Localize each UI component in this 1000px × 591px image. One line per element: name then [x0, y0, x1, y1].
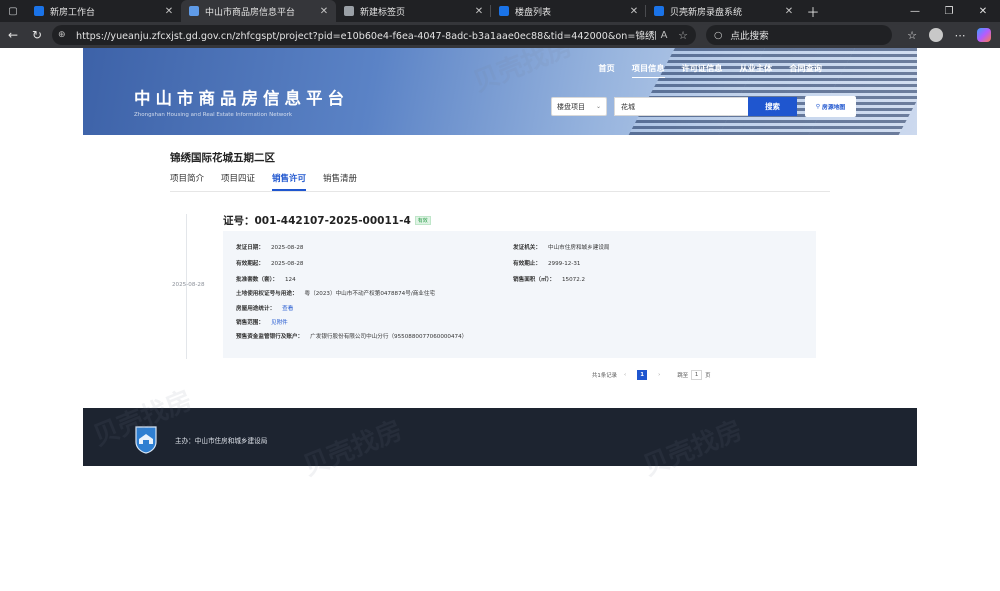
field-issue-date: 发证日期： 2025-08-28: [236, 245, 304, 251]
tab-favicon-icon: [34, 6, 44, 16]
search-input[interactable]: 花城: [614, 97, 748, 116]
back-icon[interactable]: ←: [2, 24, 24, 46]
nav-project-info[interactable]: 项目信息: [631, 62, 665, 78]
tab-favicon-icon: [189, 6, 199, 16]
minimize-icon[interactable]: —: [898, 0, 932, 22]
timeline-date: 2025-08-28: [172, 282, 205, 288]
view-usage-link[interactable]: 查看: [282, 306, 293, 312]
browser-tab-1[interactable]: 中山市商品房信息平台 ✕: [181, 0, 336, 22]
top-navigation: 首页 项目信息 许可证信息 从业主体 合同查询: [581, 62, 822, 78]
nav-home[interactable]: 首页: [598, 62, 614, 78]
field-valid-to: 有效期止： 2999-12-31: [513, 261, 581, 267]
map-pin-icon: ⚲: [815, 103, 821, 110]
read-aloud-icon[interactable]: A: [656, 30, 672, 41]
site-title: 中山市商品房信息平台: [134, 89, 349, 108]
project-title: 锦绣国际花城五期二区: [170, 152, 275, 164]
tab-actions-icon[interactable]: ▢: [0, 0, 26, 22]
pagination: 共1条记录 ‹ 1 › 跳至 1 页: [592, 370, 711, 380]
next-page-icon[interactable]: ›: [658, 372, 660, 378]
toolbar-right: ☆ ⋯: [900, 28, 996, 42]
page-viewport: 中山市商品房信息平台 Zhongshan Housing and Real Es…: [0, 48, 1000, 591]
field-authority: 发证机关： 中山市住房和城乡建设局: [513, 245, 610, 251]
site-subtitle: Zhongshan Housing and Real Estate Inform…: [134, 112, 293, 118]
page-number-current[interactable]: 1: [637, 370, 648, 380]
tab-label: 新房工作台: [50, 7, 96, 18]
prev-page-icon[interactable]: ‹: [624, 372, 626, 378]
more-menu-icon[interactable]: ⋯: [948, 29, 972, 42]
copilot-icon[interactable]: [977, 28, 991, 42]
house-map-label: 房源地图: [822, 105, 846, 111]
tab-label: 新建标签页: [360, 7, 406, 18]
url-text: https://yueanju.zfcxjst.gd.gov.cn/zhfcgs…: [76, 31, 656, 42]
permit-number-text: 证号：001-442107-2025-00011-4: [223, 215, 411, 227]
profile-avatar[interactable]: [929, 28, 943, 42]
site-banner: 中山市商品房信息平台 Zhongshan Housing and Real Es…: [83, 48, 917, 135]
goto-page-input[interactable]: 1: [691, 370, 703, 380]
nav-permit-info[interactable]: 许可证信息: [682, 62, 723, 78]
field-escrow-account: 预售资金监管银行及账户： 广发银行股份有限公司中山分行（9550880077060…: [236, 334, 468, 340]
site-footer: 主办：中山市住房和城乡建设局: [83, 408, 917, 466]
house-map-button[interactable]: ⚲ 房源地图: [805, 96, 856, 117]
close-icon[interactable]: ✕: [163, 6, 175, 17]
close-icon[interactable]: ✕: [473, 6, 485, 17]
search-button[interactable]: 搜索: [748, 97, 797, 116]
search-placeholder: 点此搜索: [730, 31, 769, 42]
close-icon[interactable]: ✕: [628, 6, 640, 17]
tab-four-certificates[interactable]: 项目四证: [221, 172, 255, 191]
browser-tab-0[interactable]: 新房工作台 ✕: [26, 0, 181, 22]
field-land-cert: 土地使用权证号与用途： 粤（2023）中山市不动产权第0478874号/商业住宅: [236, 291, 436, 297]
chevron-down-icon: ⌄: [595, 103, 601, 110]
tab-label: 楼盘列表: [515, 7, 552, 18]
status-badge: 有效: [414, 216, 431, 225]
tab-favicon-icon: [654, 6, 664, 16]
goto-prefix: 跳至: [677, 373, 689, 379]
tab-sales-list[interactable]: 销售清册: [323, 172, 357, 191]
site-info-icon[interactable]: ⊕: [58, 30, 72, 40]
footer-host: 主办：中山市住房和城乡建设局: [175, 437, 268, 445]
browser-search-box[interactable]: ○ 点此搜索: [706, 25, 892, 45]
search-type-value: 楼盘项目: [557, 102, 585, 111]
tab-label: 中山市商品房信息平台: [205, 7, 296, 18]
field-units: 批准套数（套）： 124: [236, 277, 296, 283]
browser-toolbar: ← ↻ ⊕ https://yueanju.zfcxjst.gd.gov.cn/…: [0, 22, 1000, 48]
field-sales-area: 销售面积（㎡）： 15072.2: [513, 277, 586, 283]
browser-tab-2[interactable]: 新建标签页 ✕: [336, 0, 491, 22]
search-icon: ○: [714, 29, 723, 41]
search-input-value: 花城: [621, 102, 635, 111]
tab-sales-permit[interactable]: 销售许可: [272, 172, 307, 191]
close-icon[interactable]: ✕: [318, 6, 330, 17]
project-tabs: 项目简介 项目四证 销售许可 销售清册: [170, 172, 830, 192]
field-valid-from: 有效期起： 2025-08-28: [236, 261, 304, 267]
close-icon[interactable]: ✕: [783, 6, 795, 17]
reload-icon[interactable]: ↻: [26, 24, 48, 46]
nav-contract-query[interactable]: 合同查询: [789, 62, 822, 78]
total-records: 共1条记录: [592, 373, 617, 379]
bureau-emblem-icon: [135, 426, 157, 454]
sales-scope-link[interactable]: 见附件: [271, 320, 288, 326]
maximize-icon[interactable]: ❐: [932, 0, 966, 22]
browser-tab-4[interactable]: 贝壳新房录盘系统 ✕: [646, 0, 801, 22]
favorites-icon[interactable]: ☆: [900, 29, 924, 42]
window-controls: — ❐ ✕: [898, 0, 1000, 22]
goto-suffix: 页: [705, 373, 711, 379]
permit-number: 证号：001-442107-2025-00011-4 有效: [223, 213, 431, 228]
tab-favicon-icon: [499, 6, 509, 16]
tab-project-intro[interactable]: 项目简介: [170, 172, 204, 191]
search-type-select[interactable]: 楼盘项目 ⌄: [551, 97, 607, 116]
browser-tab-bar: ▢ 新房工作台 ✕ 中山市商品房信息平台 ✕ 新建标签页 ✕ 楼盘列表 ✕ 贝壳…: [0, 0, 1000, 22]
favorite-star-icon[interactable]: ☆: [676, 29, 690, 42]
field-sales-scope: 销售范围： 见附件: [236, 320, 288, 326]
field-usage-stats: 房屋用途统计： 查看: [236, 306, 294, 312]
permit-detail-card: 发证日期： 2025-08-28 发证机关： 中山市住房和城乡建设局 有效期起： 20…: [223, 231, 816, 358]
tab-favicon-icon: [344, 6, 354, 16]
browser-tab-3[interactable]: 楼盘列表 ✕: [491, 0, 646, 22]
address-bar[interactable]: ⊕ https://yueanju.zfcxjst.gd.gov.cn/zhfc…: [52, 25, 696, 45]
tab-label: 贝壳新房录盘系统: [670, 7, 743, 18]
close-window-icon[interactable]: ✕: [966, 0, 1000, 22]
nav-practitioners[interactable]: 从业主体: [739, 62, 772, 78]
new-tab-button[interactable]: ＋: [801, 0, 825, 22]
